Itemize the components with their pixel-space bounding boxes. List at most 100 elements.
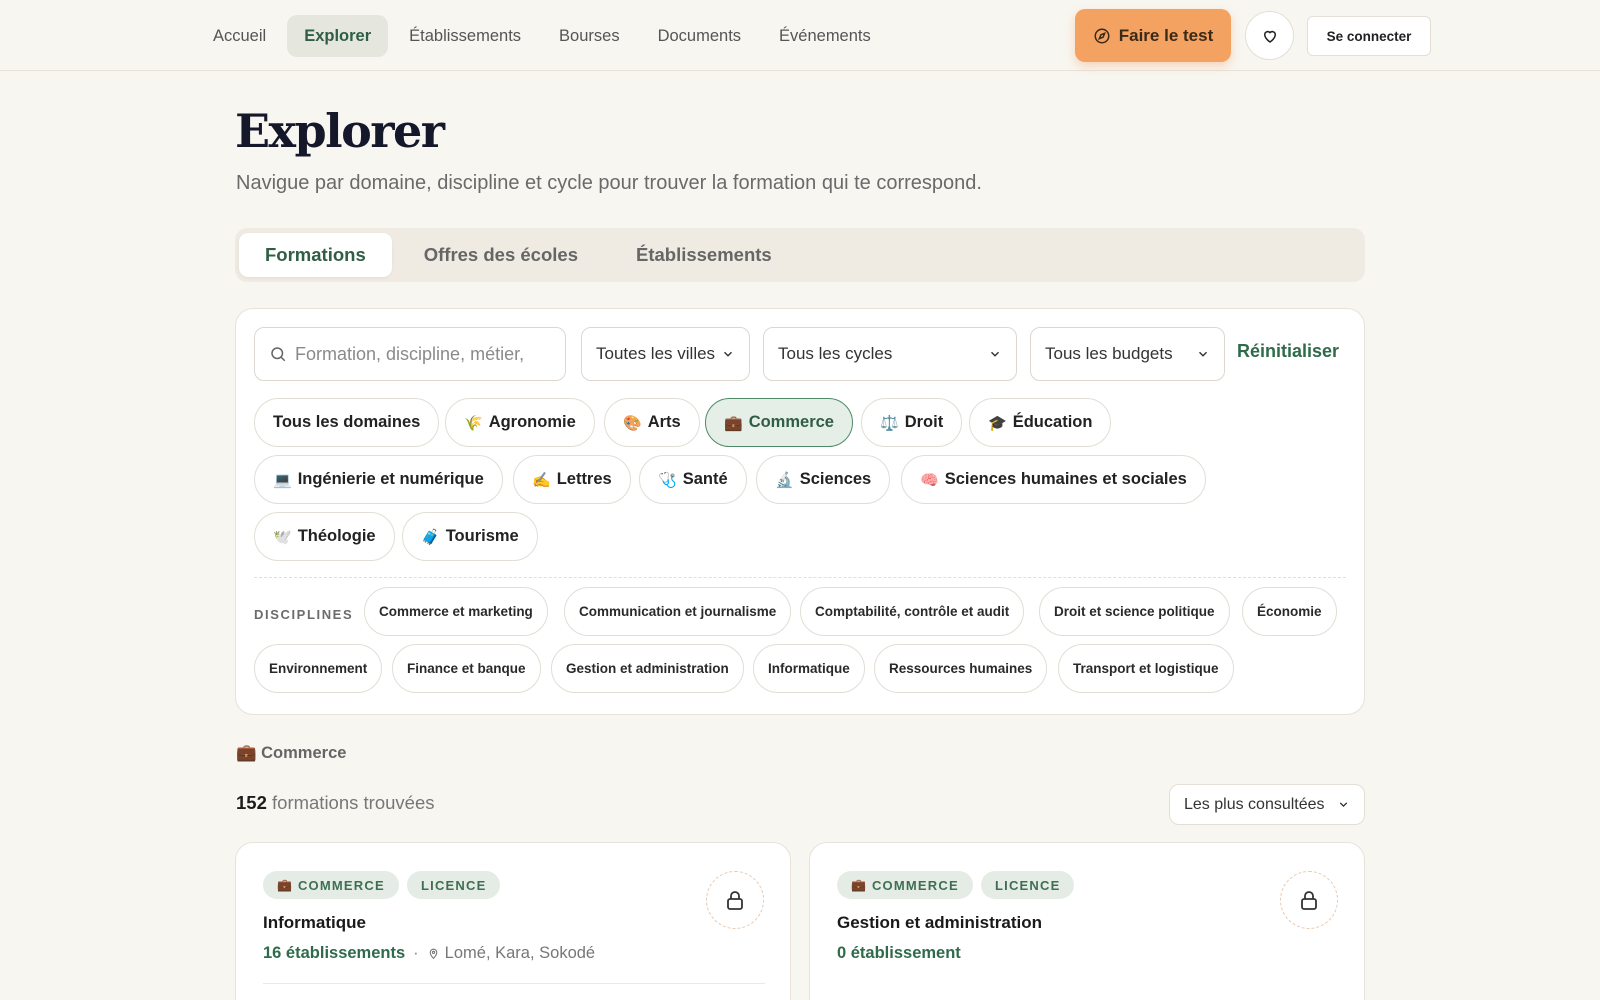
take-test-label: Faire le test	[1118, 25, 1214, 45]
domain-chip-arts[interactable]: 🎨 Arts	[604, 398, 700, 447]
briefcase-icon: 💼	[851, 878, 866, 892]
city-select[interactable]: Toutes les villes	[581, 327, 750, 381]
formation-meta: 0 établissement	[837, 944, 961, 963]
lock-button[interactable]	[1280, 871, 1338, 929]
discipline-chip[interactable]: Ressources humaines	[874, 644, 1048, 693]
dove-icon: 🕊️	[273, 528, 292, 546]
disciplines-label: DISCIPLINES	[254, 607, 354, 622]
briefcase-icon: 💼	[724, 414, 743, 432]
lock-icon	[727, 891, 743, 910]
discipline-chip[interactable]: Communication et journalisme	[564, 587, 792, 636]
cycle-select-value: Tous les cycles	[778, 344, 893, 363]
tab-offres-ecoles[interactable]: Offres des écoles	[398, 233, 604, 277]
favorites-button[interactable]	[1245, 11, 1294, 60]
discipline-chip[interactable]: Commerce et marketing	[364, 587, 548, 636]
city-select-value: Toutes les villes	[596, 344, 716, 363]
domain-chip-label: Commerce	[748, 413, 834, 431]
discipline-chip[interactable]: Finance et banque	[392, 644, 541, 693]
tab-etablissements[interactable]: Établissements	[610, 233, 798, 277]
sort-select-value: Les plus consultées	[1184, 795, 1325, 813]
page-title: Explorer	[235, 104, 445, 158]
discipline-chip[interactable]: Comptabilité, contrôle et audit	[800, 587, 1025, 636]
graduation-cap-icon: 🎓	[988, 414, 1007, 432]
discipline-chip[interactable]: Transport et logistique	[1058, 644, 1234, 693]
chevron-down-icon	[991, 351, 999, 357]
domain-chip-label: Santé	[682, 470, 728, 488]
budget-select[interactable]: Tous les budgets	[1030, 327, 1225, 381]
cycle-select[interactable]: Tous les cycles	[763, 327, 1017, 381]
palette-icon: 🎨	[623, 414, 642, 432]
discipline-chip[interactable]: Informatique	[753, 644, 865, 693]
nav-bourses[interactable]: Bourses	[542, 15, 637, 57]
filter-panel: Toutes les villes Tous les cycles Tous l…	[235, 308, 1365, 715]
nav-accueil[interactable]: Accueil	[196, 15, 283, 57]
wheat-icon: 🌾	[464, 414, 483, 432]
discipline-chip[interactable]: Économie	[1242, 587, 1337, 636]
budget-select-value: Tous les budgets	[1045, 344, 1173, 363]
discipline-chip[interactable]: Droit et science politique	[1039, 587, 1230, 636]
domain-chip-sante[interactable]: 🩺 Santé	[639, 455, 747, 504]
domain-badge: 💼 COMMERCE	[263, 871, 399, 899]
level-badge: LICENCE	[981, 871, 1075, 899]
chevron-down-icon	[1199, 351, 1207, 357]
location-pin-icon	[429, 948, 437, 960]
nav-documents[interactable]: Documents	[641, 15, 758, 57]
domain-chip-label: Agronomie	[488, 413, 576, 431]
discipline-chip[interactable]: Environnement	[254, 644, 383, 693]
compass-icon	[1094, 28, 1110, 43]
sort-select[interactable]: Les plus consultées	[1169, 784, 1365, 825]
divider	[254, 577, 1346, 578]
briefcase-icon: 💼	[277, 878, 292, 892]
main-nav: Accueil Explorer Établissements Bourses …	[196, 14, 888, 58]
establishments-count[interactable]: 0 établissement	[837, 944, 961, 963]
domain-chip-label: Sciences	[799, 470, 872, 488]
domain-chip-all[interactable]: Tous les domaines	[254, 398, 440, 447]
domain-chip-lettres[interactable]: ✍️ Lettres	[513, 455, 631, 504]
formation-card[interactable]: 💼 COMMERCE LICENCE Gestion et administra…	[809, 842, 1365, 1000]
take-test-button[interactable]: Faire le test	[1075, 9, 1231, 62]
results-count-suffix: formations trouvées	[272, 792, 435, 813]
domain-chip-ingenierie[interactable]: 💻 Ingénierie et numérique	[254, 455, 503, 504]
domain-badge-label: COMMERCE	[871, 877, 959, 893]
lock-icon	[1301, 891, 1317, 910]
domain-chip-tourisme[interactable]: 🧳 Tourisme	[402, 512, 538, 561]
top-navigation-bar: Accueil Explorer Établissements Bourses …	[0, 0, 1600, 71]
domain-chip-label: Droit	[904, 413, 944, 431]
results-count: 152 formations trouvées	[236, 792, 434, 814]
stethoscope-icon: 🩺	[658, 471, 677, 489]
login-button[interactable]: Se connecter	[1307, 16, 1431, 56]
domain-chip-sciences-humaines[interactable]: 🧠 Sciences humaines et sociales	[901, 455, 1206, 504]
domain-chip-droit[interactable]: ⚖️ Droit	[861, 398, 963, 447]
domain-chip-sciences[interactable]: 🔬 Sciences	[756, 455, 891, 504]
domain-chip-commerce[interactable]: 💼 Commerce	[705, 398, 853, 447]
formation-card[interactable]: 💼 COMMERCE LICENCE Informatique 16 établ…	[235, 842, 791, 1000]
domain-chip-education[interactable]: 🎓 Éducation	[969, 398, 1112, 447]
domain-chip-label: Arts	[647, 413, 681, 431]
domain-chip-agronomie[interactable]: 🌾 Agronomie	[445, 398, 595, 447]
nav-explorer[interactable]: Explorer	[287, 15, 389, 57]
nav-evenements[interactable]: Événements	[762, 15, 888, 57]
reset-filters-link[interactable]: Réinitialiser	[1237, 341, 1339, 362]
page-subtitle: Navigue par domaine, discipline et cycle…	[236, 172, 982, 194]
domain-chip-label: Éducation	[1012, 413, 1093, 431]
lock-button[interactable]	[706, 871, 764, 929]
discipline-chip[interactable]: Gestion et administration	[551, 644, 744, 693]
establishments-count[interactable]: 16 établissements	[263, 944, 405, 963]
domain-badge: 💼 COMMERCE	[837, 871, 973, 899]
selected-domain-label: 💼 Commerce	[236, 744, 347, 762]
divider	[263, 983, 765, 984]
domain-chip-label: Tous les domaines	[273, 413, 421, 431]
domain-chip-label: Sciences humaines et sociales	[944, 470, 1187, 488]
nav-etablissements[interactable]: Établissements	[392, 15, 538, 57]
cities-label: Lomé, Kara, Sokodé	[444, 944, 596, 962]
level-badge: LICENCE	[407, 871, 501, 899]
domain-chip-label: Tourisme	[445, 527, 519, 545]
microscope-icon: 🔬	[775, 471, 794, 489]
search-input[interactable]	[295, 343, 555, 365]
search-field[interactable]	[254, 327, 566, 381]
cities: Lomé, Kara, Sokodé	[427, 944, 595, 963]
tab-formations[interactable]: Formations	[239, 233, 392, 277]
domain-chip-theologie[interactable]: 🕊️ Théologie	[254, 512, 395, 561]
chevron-down-icon	[1339, 802, 1348, 808]
formation-title: Informatique	[263, 913, 366, 932]
